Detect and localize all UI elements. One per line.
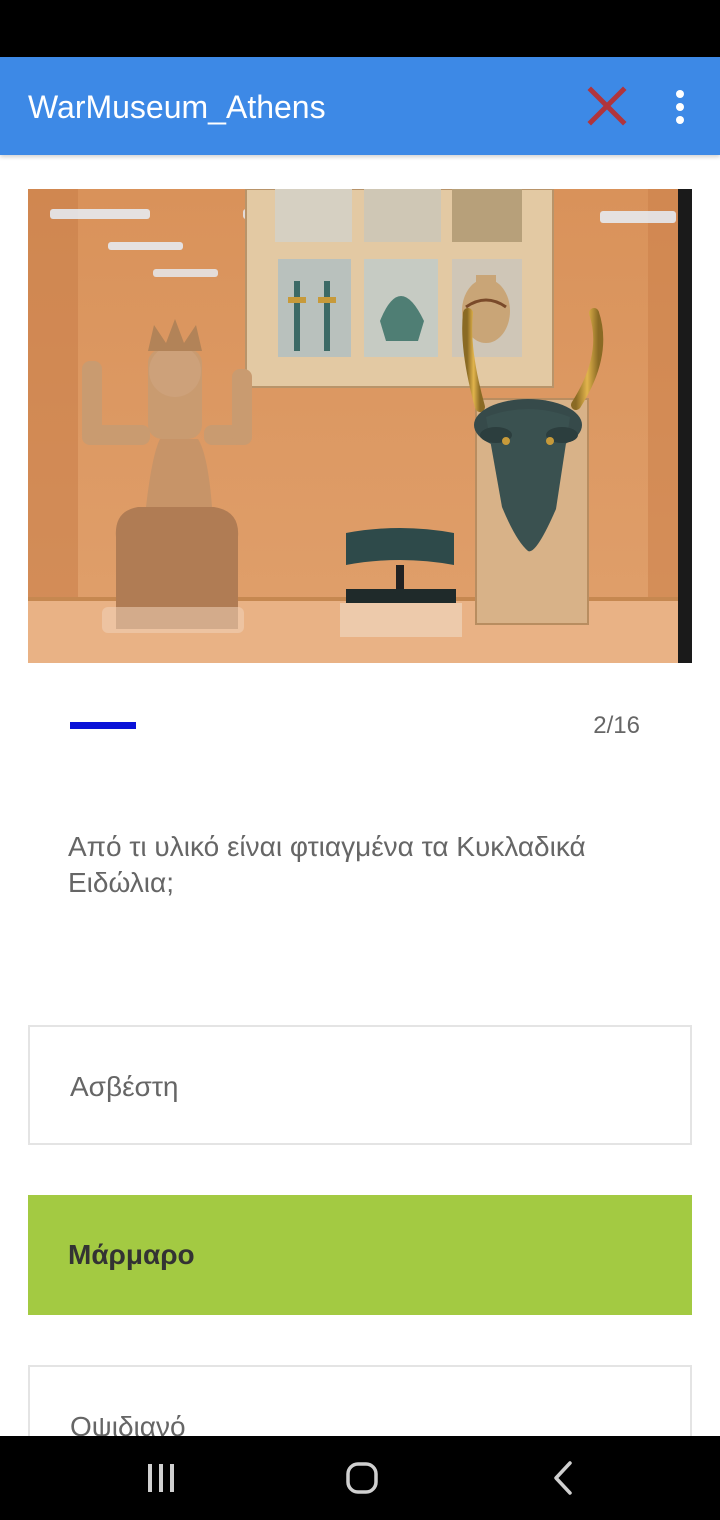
progress-fill xyxy=(70,722,136,729)
museum-exhibit-photo xyxy=(28,189,692,663)
answer-label: Μάρμαρο xyxy=(68,1239,195,1270)
answer-option-2-selected[interactable]: Μάρμαρο xyxy=(28,1195,692,1315)
app-bar: WarMuseum_Athens xyxy=(0,57,720,155)
home-icon[interactable] xyxy=(332,1456,392,1500)
app-title: WarMuseum_Athens xyxy=(28,89,326,125)
close-icon[interactable] xyxy=(584,83,630,129)
quiz-progress-bar xyxy=(70,722,596,729)
answer-label: Ασβέστη xyxy=(70,1071,179,1102)
back-icon[interactable] xyxy=(534,1456,594,1500)
system-nav-bar xyxy=(0,1436,720,1520)
question-text: Από τι υλικό είναι φτιαγμένα τα Κυκλαδικ… xyxy=(68,831,586,898)
question-counter: 2/16 xyxy=(593,712,640,739)
recents-icon[interactable] xyxy=(131,1456,191,1500)
more-vert-icon[interactable] xyxy=(664,87,696,127)
status-bar xyxy=(0,0,720,57)
answer-option-1[interactable]: Ασβέστη xyxy=(28,1025,692,1145)
